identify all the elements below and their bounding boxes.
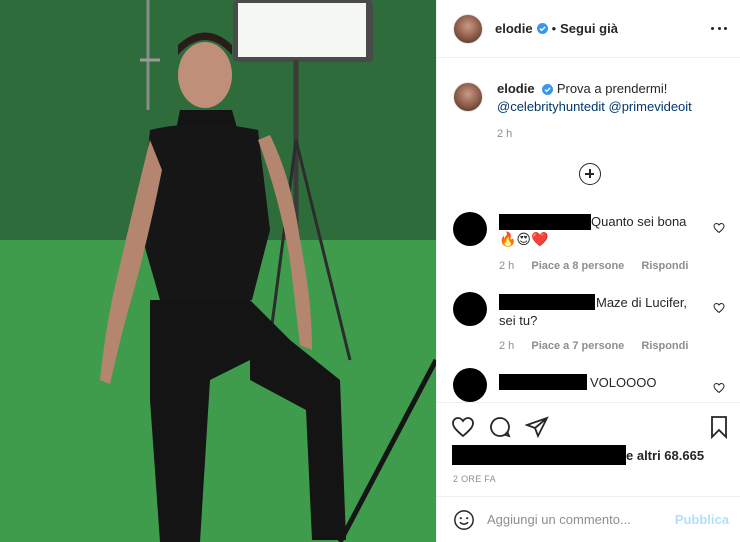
separator-dot: • xyxy=(551,21,557,36)
comment-text: sei tu? xyxy=(499,313,538,328)
comment-text: Quanto sei bona xyxy=(591,214,687,229)
post-photo[interactable] xyxy=(0,0,436,542)
comment-item: VOLOOOO xyxy=(453,368,729,402)
post-header: elodie • Segui già xyxy=(437,0,740,58)
comment-text: Maze di Lucifer, xyxy=(596,295,688,310)
author-username[interactable]: elodie xyxy=(495,21,533,36)
mention-link[interactable]: @celebrityhuntedit xyxy=(497,99,605,114)
comment-bubble-icon[interactable] xyxy=(488,415,512,439)
comment-emojis: 🔥😍❤️ xyxy=(499,231,549,247)
post-caption: elodie Prova a prendermi! @celebrityhunt… xyxy=(453,80,729,140)
post-date[interactable]: 2 ORE FA xyxy=(453,474,496,484)
comment-input[interactable] xyxy=(487,508,667,530)
caption-time: 2 h xyxy=(497,128,513,140)
comment-time: 2 h xyxy=(499,340,515,352)
redacted-username xyxy=(499,374,587,390)
reply-button[interactable]: Rispondi xyxy=(641,260,688,272)
caption-avatar[interactable] xyxy=(453,82,483,112)
author-avatar[interactable] xyxy=(453,13,483,44)
publish-button[interactable]: Pubblica xyxy=(675,512,729,527)
redacted-liker xyxy=(452,445,626,465)
bookmark-icon[interactable] xyxy=(707,415,731,439)
redacted-username xyxy=(499,214,591,230)
commenter-avatar[interactable] xyxy=(453,368,487,402)
comment-text: VOLOOOO xyxy=(590,375,657,390)
load-more-comments-icon[interactable] xyxy=(579,163,601,185)
more-options-icon[interactable] xyxy=(711,20,727,36)
mention-link[interactable]: @primevideoit xyxy=(609,99,692,114)
like-comment-heart-icon[interactable] xyxy=(713,222,725,234)
comment-time: 2 h xyxy=(499,260,515,272)
comment-likes[interactable]: Piace a 8 persone xyxy=(531,260,624,272)
caption-username[interactable]: elodie xyxy=(497,81,535,96)
like-comment-heart-icon[interactable] xyxy=(713,302,725,314)
verified-badge-icon xyxy=(536,23,548,34)
comment-item: Quanto sei bona 🔥😍❤️ 2 h Piace a 8 perso… xyxy=(453,212,729,282)
caption-text: Prova a prendermi! xyxy=(556,81,668,96)
comment-likes[interactable]: Piace a 7 persone xyxy=(531,340,624,352)
verified-badge-icon xyxy=(542,84,554,96)
likes-count[interactable]: e altri 68.665 xyxy=(626,448,704,463)
commenter-avatar[interactable] xyxy=(453,212,487,246)
comment-meta: 2 h Piace a 8 persone Rispondi xyxy=(499,260,702,272)
reply-button[interactable]: Rispondi xyxy=(641,340,688,352)
comment-item: Maze di Lucifer, sei tu? 2 h Piace a 7 p… xyxy=(453,292,729,362)
photo-illustration xyxy=(0,0,436,542)
post-side-panel: elodie • Segui già elodie Prova a prende… xyxy=(436,0,740,542)
share-paper-plane-icon[interactable] xyxy=(525,415,549,439)
add-comment-bar: Pubblica xyxy=(437,496,740,542)
caption-body: elodie Prova a prendermi! @celebrityhunt… xyxy=(497,80,729,116)
redacted-username xyxy=(499,294,595,310)
comment-meta: 2 h Piace a 7 persone Rispondi xyxy=(499,340,702,352)
like-comment-heart-icon[interactable] xyxy=(713,382,725,394)
emoji-smiley-icon[interactable] xyxy=(453,509,475,531)
like-heart-icon[interactable] xyxy=(451,415,475,439)
follow-status-button[interactable]: Segui già xyxy=(560,21,618,36)
commenter-avatar[interactable] xyxy=(453,292,487,326)
